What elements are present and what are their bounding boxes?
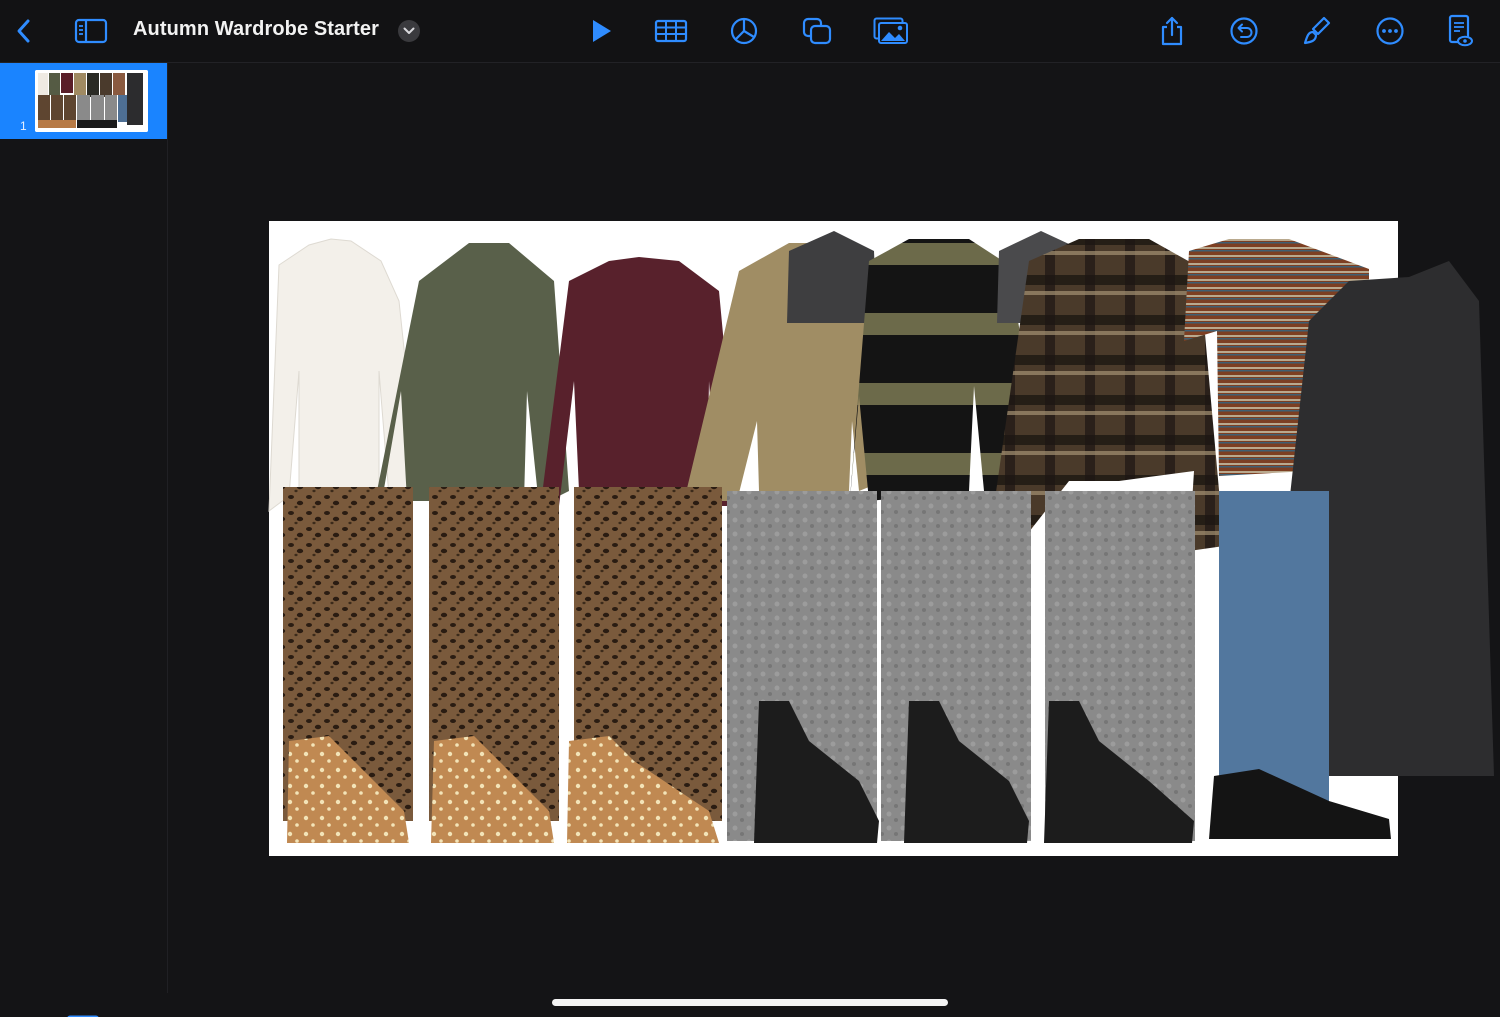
ellipsis-icon	[1376, 17, 1404, 45]
keynote-app: Autumn Wardrobe Starter 1	[0, 0, 1500, 1017]
share-icon	[1161, 16, 1183, 46]
insert-shape-button[interactable]	[799, 13, 835, 49]
insert-media-button[interactable]	[873, 13, 909, 49]
slide-thumbnail-image	[35, 70, 148, 132]
undo-button[interactable]	[1226, 13, 1262, 49]
back-button[interactable]	[6, 13, 42, 49]
home-indicator[interactable]	[552, 999, 948, 1006]
table-icon	[654, 19, 688, 43]
format-button[interactable]	[1299, 13, 1335, 49]
chevron-down-icon	[403, 27, 415, 34]
more-button[interactable]	[1372, 13, 1408, 49]
media-icon	[873, 17, 908, 44]
presenter-notes-button[interactable]	[1442, 13, 1478, 49]
play-icon	[593, 20, 611, 42]
paintbrush-icon	[1303, 16, 1331, 45]
slide-number: 1	[20, 119, 27, 133]
toolbar: Autumn Wardrobe Starter	[0, 0, 1500, 63]
outfit-collage-image	[268, 231, 1494, 843]
slide-navigator: 1	[0, 63, 168, 1017]
slide-thumbnail-1[interactable]: 1	[0, 63, 167, 139]
shape-icon	[802, 17, 832, 45]
sidebar-icon	[74, 18, 108, 44]
share-button[interactable]	[1154, 13, 1190, 49]
document-view-icon	[1448, 14, 1473, 47]
chevron-left-icon	[17, 19, 30, 43]
navigator-toggle-button[interactable]	[73, 13, 109, 49]
insert-chart-button[interactable]	[726, 13, 762, 49]
title-menu-button[interactable]	[398, 20, 420, 42]
chart-icon	[730, 17, 758, 45]
document-title[interactable]: Autumn Wardrobe Starter	[133, 18, 379, 41]
play-button[interactable]	[583, 13, 619, 49]
undo-icon	[1230, 17, 1258, 45]
slide-canvas[interactable]	[268, 221, 1494, 856]
insert-table-button[interactable]	[653, 13, 689, 49]
